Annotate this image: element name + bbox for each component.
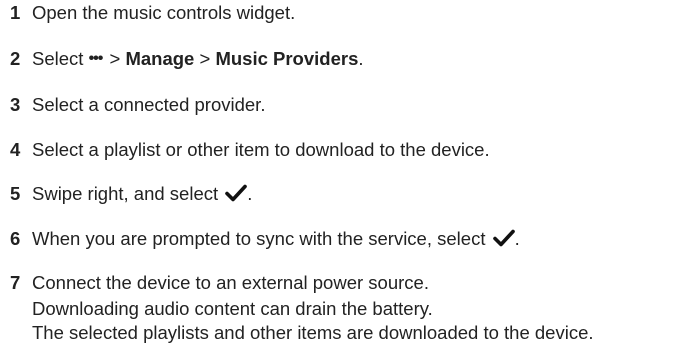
separator: >	[109, 48, 121, 69]
step-3: 3 Select a connected provider.	[10, 94, 265, 116]
step-6: 6 When you are prompted to sync with the…	[10, 228, 520, 250]
manage-menu-label: Manage	[125, 48, 195, 69]
step-text: Select a connected provider.	[32, 94, 266, 115]
step-text: Swipe right, and select .	[32, 183, 253, 204]
step-text: When you are prompted to sync with the s…	[32, 228, 520, 249]
checkmark-icon	[492, 229, 515, 247]
result-note: The selected playlists and other items a…	[32, 322, 594, 343]
checkmark-icon	[225, 184, 248, 202]
step-text: Select a playlist or other item to downl…	[32, 139, 490, 160]
step-2: 2 Select ••• > Manage > Music Providers.	[10, 48, 364, 70]
step-number: 2	[10, 48, 21, 69]
step-text: Open the music controls widget.	[32, 2, 296, 23]
battery-note: Downloading audio content can drain the …	[32, 298, 433, 319]
step-5: 5 Swipe right, and select .	[10, 183, 252, 205]
separator: >	[199, 48, 211, 69]
step-1: 1 Open the music controls widget.	[10, 2, 295, 24]
music-providers-label: Music Providers	[215, 48, 359, 69]
step-7: 7 Connect the device to an external powe…	[10, 272, 429, 294]
step-number: 1	[10, 2, 21, 23]
step-number: 3	[10, 94, 21, 115]
step-number: 7	[10, 272, 21, 293]
step-number: 6	[10, 228, 21, 249]
select-label: Select	[32, 48, 84, 69]
instruction-list: 1 Open the music controls widget. 2 Sele…	[0, 0, 690, 343]
step-number: 5	[10, 183, 21, 204]
more-options-icon: •••	[88, 50, 104, 67]
step-4: 4 Select a playlist or other item to dow…	[10, 139, 490, 161]
step-text: Select ••• > Manage > Music Providers.	[32, 48, 364, 69]
step-text: Connect the device to an external power …	[32, 272, 429, 293]
step-number: 4	[10, 139, 21, 160]
